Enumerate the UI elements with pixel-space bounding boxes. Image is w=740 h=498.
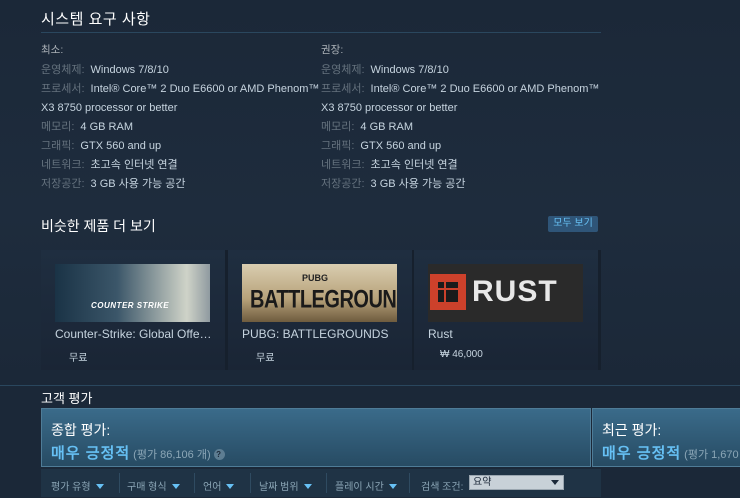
recent-review-count: (평가 1,670 [684,449,739,461]
minimum-heading: 최소: [41,44,64,56]
requirements-minimum: 최소: 운영체제: Windows 7/8/10 프로세서: Intel® Core… [41,41,321,194]
recommended-heading: 권장: [321,44,344,56]
rust-logo-text: RUST [472,275,558,308]
req-memory: 메모리: 4 GB RAM [41,118,321,137]
product-name: Counter-Strike: Global Offensive [55,327,215,341]
similar-products-title: 비슷한 제품 더 보기 [41,218,156,234]
chevron-down-icon [226,484,235,489]
divider [194,473,195,493]
divider [119,473,120,493]
req-value: 3 GB 사용 가능 공간 [90,178,186,190]
overall-review-summary: 종합 평가: 매우 긍정적 (평가 86,106 개)? [41,408,591,467]
divider [409,473,410,493]
req-value: 초고속 인터넷 연결 [90,159,178,171]
filter-language[interactable]: 언어 [203,478,235,493]
similar-products-row: COUNTER STRIKE Counter-Strike: Global Of… [41,250,601,370]
recent-review-summary: 최근 평가: 매우 긍정적 (평가 1,670 [592,408,740,467]
req-value: Windows 7/8/10 [90,64,169,76]
req-storage: 저장공간: 3 GB 사용 가능 공간 [321,175,601,194]
similar-product-card-rust[interactable]: RUST Rust ₩ 46,000 [414,250,598,370]
req-graphics: 그래픽: GTX 560 and up [321,137,601,156]
chevron-down-icon [95,484,104,489]
req-label: 네트워크: [41,159,85,171]
req-value: GTX 560 and up [360,140,442,152]
req-label: 네트워크: [321,159,365,171]
req-label: 프로세서: [321,83,365,95]
req-os: 운영체제: Windows 7/8/10 [321,61,601,80]
csgo-logo: COUNTER STRIKE [91,301,170,310]
product-price: 무료 [69,353,88,364]
product-thumbnail-pubg: PUBG BATTLEGROUNDS [242,264,397,322]
rust-logo-icon [430,274,466,310]
chevron-down-icon [551,480,559,485]
req-graphics: 그래픽: GTX 560 and up [41,137,321,156]
review-filter-bar: 평가 유형 구매 형식 언어 날짜 범위 플레이 시간 검색 조건: 요약 [41,469,601,497]
req-value: Windows 7/8/10 [370,64,449,76]
pubg-logo-big: BATTLEGROUNDS [250,286,397,314]
filter-date-range[interactable]: 날짜 범위 [259,478,312,493]
req-storage: 저장공간: 3 GB 사용 가능 공간 [41,175,321,194]
req-label: 저장공간: [41,178,85,190]
similar-product-card-pubg[interactable]: PUBG BATTLEGROUNDS PUBG: BATTLEGROUNDS 무… [228,250,412,370]
chevron-down-icon [171,484,180,489]
req-label: 메모리: [321,121,355,133]
req-value: 초고속 인터넷 연결 [370,159,458,171]
requirements-recommended: 권장: 운영체제: Windows 7/8/10 프로세서: Intel® Core… [321,41,601,194]
divider [250,473,251,493]
help-icon[interactable]: ? [213,449,225,460]
recent-review-value: 매우 긍정적 (평가 1,670 [602,445,739,462]
req-processor: 프로세서: Intel® Core™ 2 Duo E6600 or AMD Phe… [321,80,601,118]
req-network: 네트워크: 초고속 인터넷 연결 [321,156,601,175]
req-processor: 프로세서: Intel® Core™ 2 Duo E6600 or AMD Phe… [41,80,321,118]
customer-reviews-title: 고객 평가 [41,391,93,406]
product-price: ₩ 46,000 [440,349,483,360]
req-label: 그래픽: [321,140,355,152]
overall-review-value: 매우 긍정적 (평가 86,106 개)? [51,442,225,463]
product-price: 무료 [256,353,275,364]
search-condition-select[interactable]: 요약 [469,475,564,490]
product-thumbnail-csgo: COUNTER STRIKE [55,264,210,322]
product-thumbnail-rust: RUST [428,264,583,322]
see-all-button[interactable]: 모두 보기 [548,216,598,232]
req-label: 프로세서: [41,83,85,95]
req-value: GTX 560 and up [80,140,162,152]
recent-review-label: 최근 평가: [602,422,662,438]
req-label: 그래픽: [41,140,75,152]
req-label: 운영체제: [321,64,365,76]
chevron-down-icon [303,484,312,489]
overall-review-label: 종합 평가: [51,422,111,438]
req-label: 메모리: [41,121,75,133]
req-label: 운영체제: [41,64,85,76]
filter-purchase-type[interactable]: 구매 형식 [127,478,180,493]
product-name: Rust [428,327,453,341]
pubg-logo-small: PUBG [302,273,329,283]
chevron-down-icon [388,484,397,489]
similar-product-card-csgo[interactable]: COUNTER STRIKE Counter-Strike: Global Of… [41,250,225,370]
req-os: 운영체제: Windows 7/8/10 [41,61,321,80]
req-value: 4 GB RAM [80,121,133,133]
req-memory: 메모리: 4 GB RAM [321,118,601,137]
product-name: PUBG: BATTLEGROUNDS [242,327,389,341]
filter-review-type[interactable]: 평가 유형 [51,478,104,493]
divider [326,473,327,493]
overall-review-count: (평가 86,106 개) [133,449,211,461]
filter-playtime[interactable]: 플레이 시간 [335,478,397,493]
req-label: 저장공간: [321,178,365,190]
search-condition-label: 검색 조건: [421,482,464,493]
system-requirements-title: 시스템 요구 사항 [41,8,601,33]
req-network: 네트워크: 초고속 인터넷 연결 [41,156,321,175]
req-value: 4 GB RAM [360,121,413,133]
req-value: 3 GB 사용 가능 공간 [370,178,466,190]
